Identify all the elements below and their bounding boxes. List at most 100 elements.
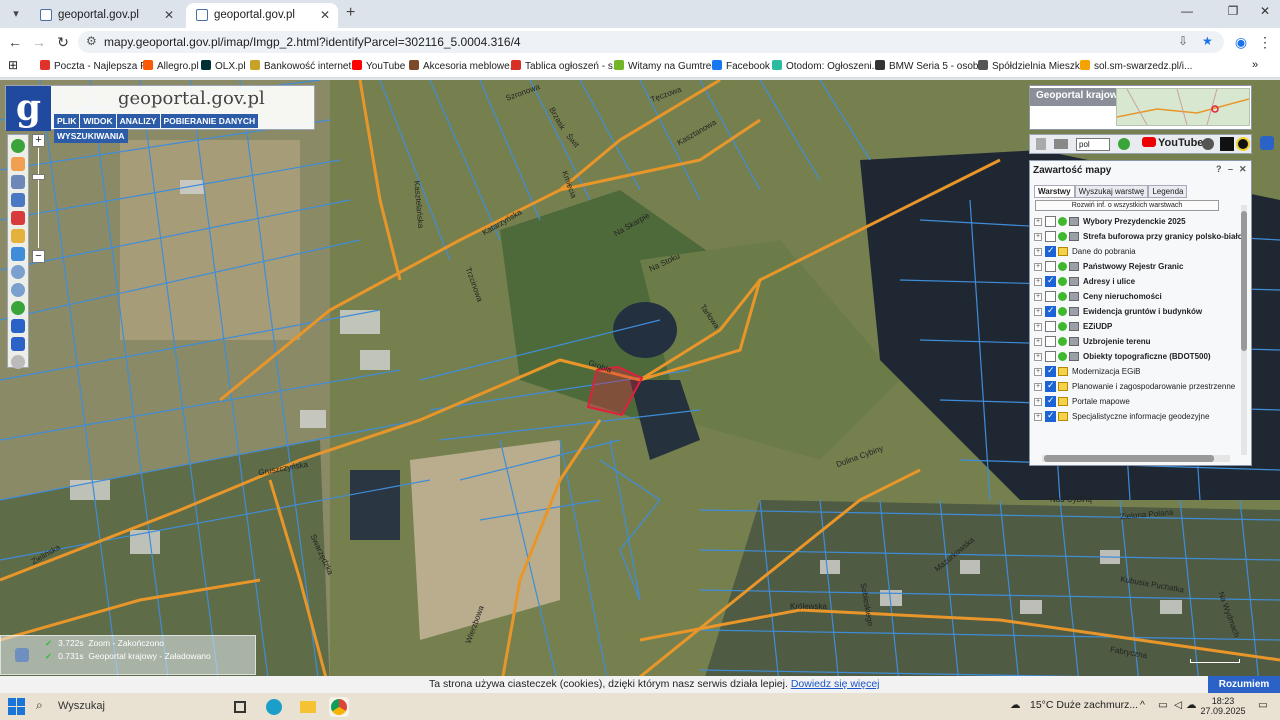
pan-hand-icon[interactable]: [11, 157, 25, 171]
layer-checkbox[interactable]: [1045, 336, 1056, 347]
zoom-track[interactable]: [38, 148, 39, 248]
install-app-icon[interactable]: ⇩: [1178, 34, 1188, 48]
layer-row[interactable]: + Ceny nieruchomości: [1034, 290, 1242, 306]
close-tab-icon[interactable]: ✕: [164, 3, 174, 27]
compass-icon[interactable]: [11, 355, 25, 369]
edge-icon[interactable]: [264, 697, 284, 717]
eye-icon[interactable]: [1236, 137, 1250, 151]
youtube-link[interactable]: YouTube: [1142, 137, 1203, 149]
layer-row[interactable]: + Uzbrojenie terenu: [1034, 335, 1242, 351]
help-icon[interactable]: ?: [1216, 164, 1222, 174]
expand-plus-icon[interactable]: +: [1034, 398, 1042, 406]
menu-analizy[interactable]: ANALIZY: [116, 114, 160, 128]
zoom-slider[interactable]: + −: [32, 134, 45, 263]
bookmark-item[interactable]: BMW Seria 5 - osob...: [875, 60, 987, 72]
menu-wyszukiwania[interactable]: WYSZUKIWANIA: [54, 129, 128, 143]
tab-wyszukaj-warstwe[interactable]: Wyszukaj warstwę: [1074, 185, 1149, 198]
file-explorer-icon[interactable]: [298, 697, 318, 717]
document-icon[interactable]: [1036, 138, 1046, 150]
print-icon[interactable]: [1054, 139, 1068, 149]
expand-plus-icon[interactable]: +: [1034, 293, 1042, 301]
tab-legenda[interactable]: Legenda: [1148, 185, 1188, 198]
weather-text[interactable]: 15°C Duże zachmurz...: [1030, 699, 1138, 711]
menu-pobieranie-danych[interactable]: POBIERANIE DANYCH: [160, 114, 259, 128]
layer-checkbox[interactable]: [1045, 365, 1056, 377]
layer-checkbox[interactable]: [1045, 305, 1056, 317]
close-window-button[interactable]: ✕: [1250, 4, 1280, 18]
layer-checkbox[interactable]: [1045, 291, 1056, 302]
windows-start-icon[interactable]: [8, 698, 25, 715]
layer-checkbox[interactable]: [1045, 410, 1056, 422]
expand-plus-icon[interactable]: +: [1034, 218, 1042, 226]
bookmark-item[interactable]: Spółdzielnia Mieszk...: [978, 60, 1088, 72]
next-view-icon[interactable]: [11, 337, 25, 351]
menu-widok[interactable]: WIDOK: [80, 114, 116, 128]
bookmark-item[interactable]: Tablica ogłoszeń - s...: [511, 60, 621, 72]
zoom-out-icon[interactable]: [11, 283, 25, 297]
expand-plus-icon[interactable]: +: [1034, 263, 1042, 271]
expand-plus-icon[interactable]: +: [1034, 368, 1042, 376]
minimize-icon[interactable]: –: [1228, 164, 1233, 174]
cookie-accept-button[interactable]: Rozumiem: [1208, 676, 1280, 693]
layer-row[interactable]: + Portale mapowe: [1034, 395, 1242, 411]
layer-row[interactable]: + Modernizacja EGiB: [1034, 365, 1242, 381]
menu-plik[interactable]: PLIK: [54, 114, 80, 128]
expand-plus-icon[interactable]: +: [1034, 233, 1042, 241]
info-icon[interactable]: [11, 139, 25, 153]
expand-plus-icon[interactable]: +: [1034, 308, 1042, 316]
taskbar-search[interactable]: ⌕ Wyszukaj: [34, 697, 214, 716]
expand-plus-icon[interactable]: +: [1034, 353, 1042, 361]
layers-vertical-scrollbar[interactable]: [1241, 205, 1247, 455]
layer-row[interactable]: + Dane do pobrania: [1034, 245, 1242, 261]
etrs-icon[interactable]: [11, 247, 25, 261]
taskbar-clock[interactable]: 18:23 27.09.2025: [1198, 696, 1248, 716]
layer-checkbox[interactable]: [1045, 261, 1056, 272]
tab-list-button[interactable]: ▾: [6, 4, 26, 24]
apps-grid-icon[interactable]: ⊞: [8, 58, 18, 72]
bookmark-item[interactable]: Akcesoria meblowe,...: [409, 60, 521, 72]
restore-button[interactable]: ❐: [1218, 4, 1248, 18]
tray-chevron-icon[interactable]: ^: [1140, 699, 1145, 711]
browser-tab-1[interactable]: geoportal.gov.pl ✕: [30, 3, 182, 28]
layer-checkbox[interactable]: [1045, 395, 1056, 407]
weather-icon[interactable]: ☁: [1010, 699, 1021, 711]
identify-icon[interactable]: [11, 175, 25, 189]
zoom-in-icon[interactable]: [11, 265, 25, 279]
bookmark-item[interactable]: sol.sm-swarzedz.pl/i...: [1080, 60, 1192, 72]
log-toggle-icon[interactable]: [15, 648, 29, 662]
url-text[interactable]: mapy.geoportal.gov.pl/imap/Imgp_2.html?i…: [104, 35, 521, 49]
layer-checkbox[interactable]: [1045, 380, 1056, 392]
zoom-plus-button[interactable]: +: [32, 134, 45, 147]
bookmark-item[interactable]: Witamy na Gumtree!: [614, 60, 720, 72]
more-bookmarks-icon[interactable]: »: [1252, 59, 1258, 71]
layer-checkbox[interactable]: [1045, 275, 1056, 287]
back-arrow-icon[interactable]: ←: [6, 33, 24, 51]
task-view-icon[interactable]: [230, 697, 250, 717]
layer-row[interactable]: + Specjalistyczne informacje geodezyjne: [1034, 410, 1242, 426]
zoom-minus-button[interactable]: −: [32, 250, 45, 263]
cookie-learn-more-link[interactable]: Dowiedz się więcej: [791, 678, 880, 690]
profile-icon[interactable]: ◉: [1232, 33, 1250, 51]
layer-checkbox[interactable]: [1045, 231, 1056, 242]
bookmark-item[interactable]: YouTube: [352, 60, 405, 72]
layer-row[interactable]: + Obiekty topograficzne (BDOT500): [1034, 350, 1242, 366]
speaker-icon[interactable]: ◁: [1174, 699, 1182, 711]
expand-plus-icon[interactable]: +: [1034, 278, 1042, 286]
layer-row[interactable]: + Planowanie i zagospodarowanie przestrze…: [1034, 380, 1242, 396]
expand-plus-icon[interactable]: +: [1034, 248, 1042, 256]
layer-checkbox[interactable]: [1045, 216, 1056, 227]
network-icon[interactable]: ▭: [1158, 699, 1168, 711]
accessibility-contrast-icon[interactable]: [1220, 137, 1234, 151]
zoom-handle[interactable]: [32, 174, 45, 180]
minimize-button[interactable]: —: [1172, 4, 1202, 18]
site-info-icon[interactable]: ⚙: [86, 34, 97, 48]
layer-row[interactable]: + Adresy i ulice: [1034, 275, 1242, 291]
scroll-thumb[interactable]: [1044, 455, 1214, 462]
layer-row[interactable]: + Ewidencja gruntów i budynków: [1034, 305, 1242, 321]
layer-checkbox[interactable]: [1045, 321, 1056, 332]
select-icon[interactable]: [11, 193, 25, 207]
layer-checkbox[interactable]: [1045, 351, 1056, 362]
print-icon[interactable]: [11, 211, 25, 225]
expand-all-button[interactable]: Rozwiń inf. o wszystkich warstwach: [1035, 200, 1219, 211]
expand-plus-icon[interactable]: +: [1034, 338, 1042, 346]
